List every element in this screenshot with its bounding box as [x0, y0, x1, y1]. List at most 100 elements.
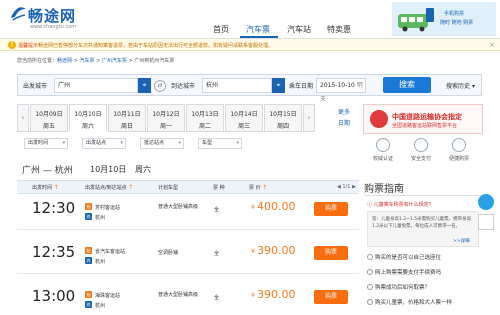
nav-bus-tickets[interactable]: 汽车票 — [246, 24, 270, 35]
guide-question[interactable]: 网上购票需要支付手续费吗 — [367, 268, 441, 276]
more-dates-link[interactable]: 更多 日期 — [330, 104, 358, 132]
mobile-app-banner[interactable]: 手机购票 随时 随地 购票 — [392, 2, 496, 36]
origin-station[interactable]: 海珠客运站 — [95, 292, 120, 299]
date-tab-date: 10月15日 — [269, 111, 297, 118]
chevron-down-icon: ▾ — [471, 83, 475, 90]
next-dates-arrow[interactable]: › — [303, 104, 315, 132]
date-tab-day: 周四 — [276, 123, 289, 130]
filter-arrival-station[interactable]: 抵达站点 ▾ — [140, 138, 184, 149]
guide-divider — [364, 195, 483, 196]
date-tab[interactable]: 10月09日 周五 — [30, 104, 68, 132]
swap-icon[interactable]: ⇄ — [154, 80, 166, 92]
guide-question-expanded[interactable]: ⓘ 儿童乘车购票有什么规定？ — [367, 201, 434, 208]
row-divider — [17, 229, 359, 230]
customer-service-icon[interactable] — [478, 194, 494, 210]
official-platform-badge[interactable]: 中国道路运输协会指定 全国道路客运站联网售票平台 — [363, 104, 483, 134]
from-city-label: 出发城市 — [23, 83, 48, 90]
column-ticket-type: 票 种 — [213, 185, 225, 191]
date-tab-date: 10月09日 — [35, 111, 63, 118]
location-pin-icon[interactable]: ⌖ — [138, 78, 151, 93]
route-date: 10月10日 — [90, 165, 127, 174]
guide-question[interactable]: 购买儿童票，价格和大人票一样 — [367, 298, 452, 306]
feature-authority: 权威认证 — [370, 138, 396, 162]
logo-text[interactable]: 畅途网 — [28, 5, 76, 26]
table-pager[interactable]: ◀ 1/1 ▶ — [337, 184, 356, 190]
date-tab[interactable]: 10月15日 周四 — [264, 104, 302, 132]
date-tab[interactable]: 10月11日 周日 — [108, 104, 146, 132]
logo-mark-icon[interactable] — [9, 5, 27, 23]
filter-departure-time[interactable]: 出发时间 ▾ — [24, 138, 68, 149]
breadcrumb-item[interactable]: 汽车票 — [79, 58, 94, 64]
guide-question[interactable]: 购买的是否可以自己选座位 — [367, 253, 441, 261]
date-tab[interactable]: 10月12日 周一 — [147, 104, 185, 132]
date-tab-date: 10月11日 — [113, 111, 141, 118]
filter-departure-station[interactable]: 出发站点 ▾ — [82, 138, 126, 149]
breadcrumb: 您当前所在位置：畅途网 > 汽车票 > 广州汽车票 > 广州到杭州汽车票 — [17, 57, 174, 64]
route-weekday: 周六 — [135, 165, 151, 174]
sort-price[interactable]: 票 价 ↑ — [249, 184, 267, 191]
date-tab[interactable]: 10月14日 周三 — [225, 104, 263, 132]
origin-station[interactable]: 芳村客运站 — [95, 204, 120, 211]
destination-badge: 终 — [85, 257, 92, 264]
chevron-down-icon: ▾ — [62, 140, 65, 146]
departure-time: 12:30 — [32, 199, 76, 217]
date-tab-day: 周日 — [120, 123, 133, 130]
notice-bar: ! 温馨提示： 畅途网已暂停部分车次并通知乘客退票，若由于车站原因无法出行可全额… — [0, 39, 500, 51]
buy-ticket-button[interactable]: 购票 — [314, 246, 348, 260]
date-input[interactable]: 2015-10-10 明天 — [316, 78, 366, 103]
date-tab[interactable]: 10月13日 周二 — [186, 104, 224, 132]
chevron-down-icon: ▾ — [120, 140, 123, 146]
origin-badge: 始 — [85, 247, 92, 254]
column-bus-type: 计划车型 — [158, 185, 179, 191]
location-pin-icon[interactable]: ⌖ — [272, 78, 285, 93]
search-button[interactable]: 搜索 — [383, 77, 431, 93]
guide-detail-link[interactable]: >>详细 — [453, 238, 470, 244]
ticket-price: 400.00 — [257, 200, 296, 213]
date-tab-active[interactable]: 10月10日 周六 — [69, 104, 107, 132]
guide-answer-text: 答：儿童身高1.2~1.5米需购买儿童票，携带身高1.2米以下儿童免票，每位成人… — [372, 217, 472, 229]
date-tab-date: 10月14日 — [230, 111, 258, 118]
nav-home[interactable]: 首页 — [213, 24, 229, 35]
sort-departure-time[interactable]: 出发时间 ↑ — [32, 184, 59, 191]
banner-line1: 手机购票 — [444, 11, 465, 17]
search-history-dropdown[interactable]: 搜索历史 ▾ — [446, 81, 475, 90]
prev-dates-arrow[interactable]: ‹ — [17, 104, 29, 132]
destination-station: 杭州 — [95, 259, 106, 265]
guide-question-text: 购票成功后如何取票？ — [375, 285, 431, 291]
question-icon — [367, 299, 373, 305]
column-stations: 出发站点/到达站点 ↑ — [85, 184, 133, 191]
filter-bus-type[interactable]: 车型 ▾ — [198, 138, 242, 149]
breadcrumb-prefix: 您当前所在位置： — [17, 58, 58, 64]
date-tab-day: 周三 — [237, 123, 250, 130]
chevron-down-icon: ▾ — [236, 140, 239, 146]
feature-secure-payment: 安全支付 — [408, 138, 434, 162]
guide-question[interactable]: 购票成功后如何取票？ — [367, 283, 430, 291]
filter-label: 抵达站点 — [144, 140, 165, 146]
feature-convenient: 便捷购票 — [446, 138, 472, 162]
alert-icon: ! — [8, 41, 16, 49]
notice-text: 畅途网已暂停部分车次并通知乘客退票，若由于车站原因无法出行可全额退款。如有疑问请… — [38, 43, 274, 49]
feature-label: 便捷购票 — [448, 156, 469, 162]
origin-station[interactable]: 省汽车客运站 — [95, 248, 125, 255]
ticket-price: 390.00 — [257, 244, 296, 257]
buy-ticket-button[interactable]: 购票 — [314, 290, 348, 304]
qr-code-icon[interactable] — [478, 214, 494, 230]
nav-special-offers[interactable]: 特卖惠 — [327, 24, 351, 35]
ticket-type: 全 — [214, 251, 220, 257]
date-tab-day: 周二 — [198, 123, 211, 130]
promo-subtitle: 全国道路客运站联网售票平台 — [392, 123, 458, 129]
guide-question-text: 购买儿童票，价格和大人票一样 — [375, 300, 453, 306]
date-tab-day: 周一 — [159, 123, 172, 130]
feature-label: 权威认证 — [372, 156, 393, 162]
guide-title: 购票指南 — [364, 184, 404, 195]
breadcrumb-item[interactable]: 畅途网 — [57, 58, 72, 64]
breadcrumb-separator: > — [73, 58, 78, 64]
sort-arrow-icon[interactable]: ↑ — [128, 184, 133, 191]
breadcrumb-item[interactable]: 广州汽车票 — [102, 58, 127, 64]
date-tab-day: 周五 — [42, 123, 55, 130]
to-city-input[interactable]: 杭州 — [202, 78, 272, 93]
from-city-input[interactable]: 广州 — [54, 78, 138, 93]
nav-bus-stations[interactable]: 汽车站 — [287, 24, 311, 35]
close-icon[interactable]: × — [489, 41, 495, 49]
buy-ticket-button[interactable]: 购票 — [314, 202, 348, 216]
